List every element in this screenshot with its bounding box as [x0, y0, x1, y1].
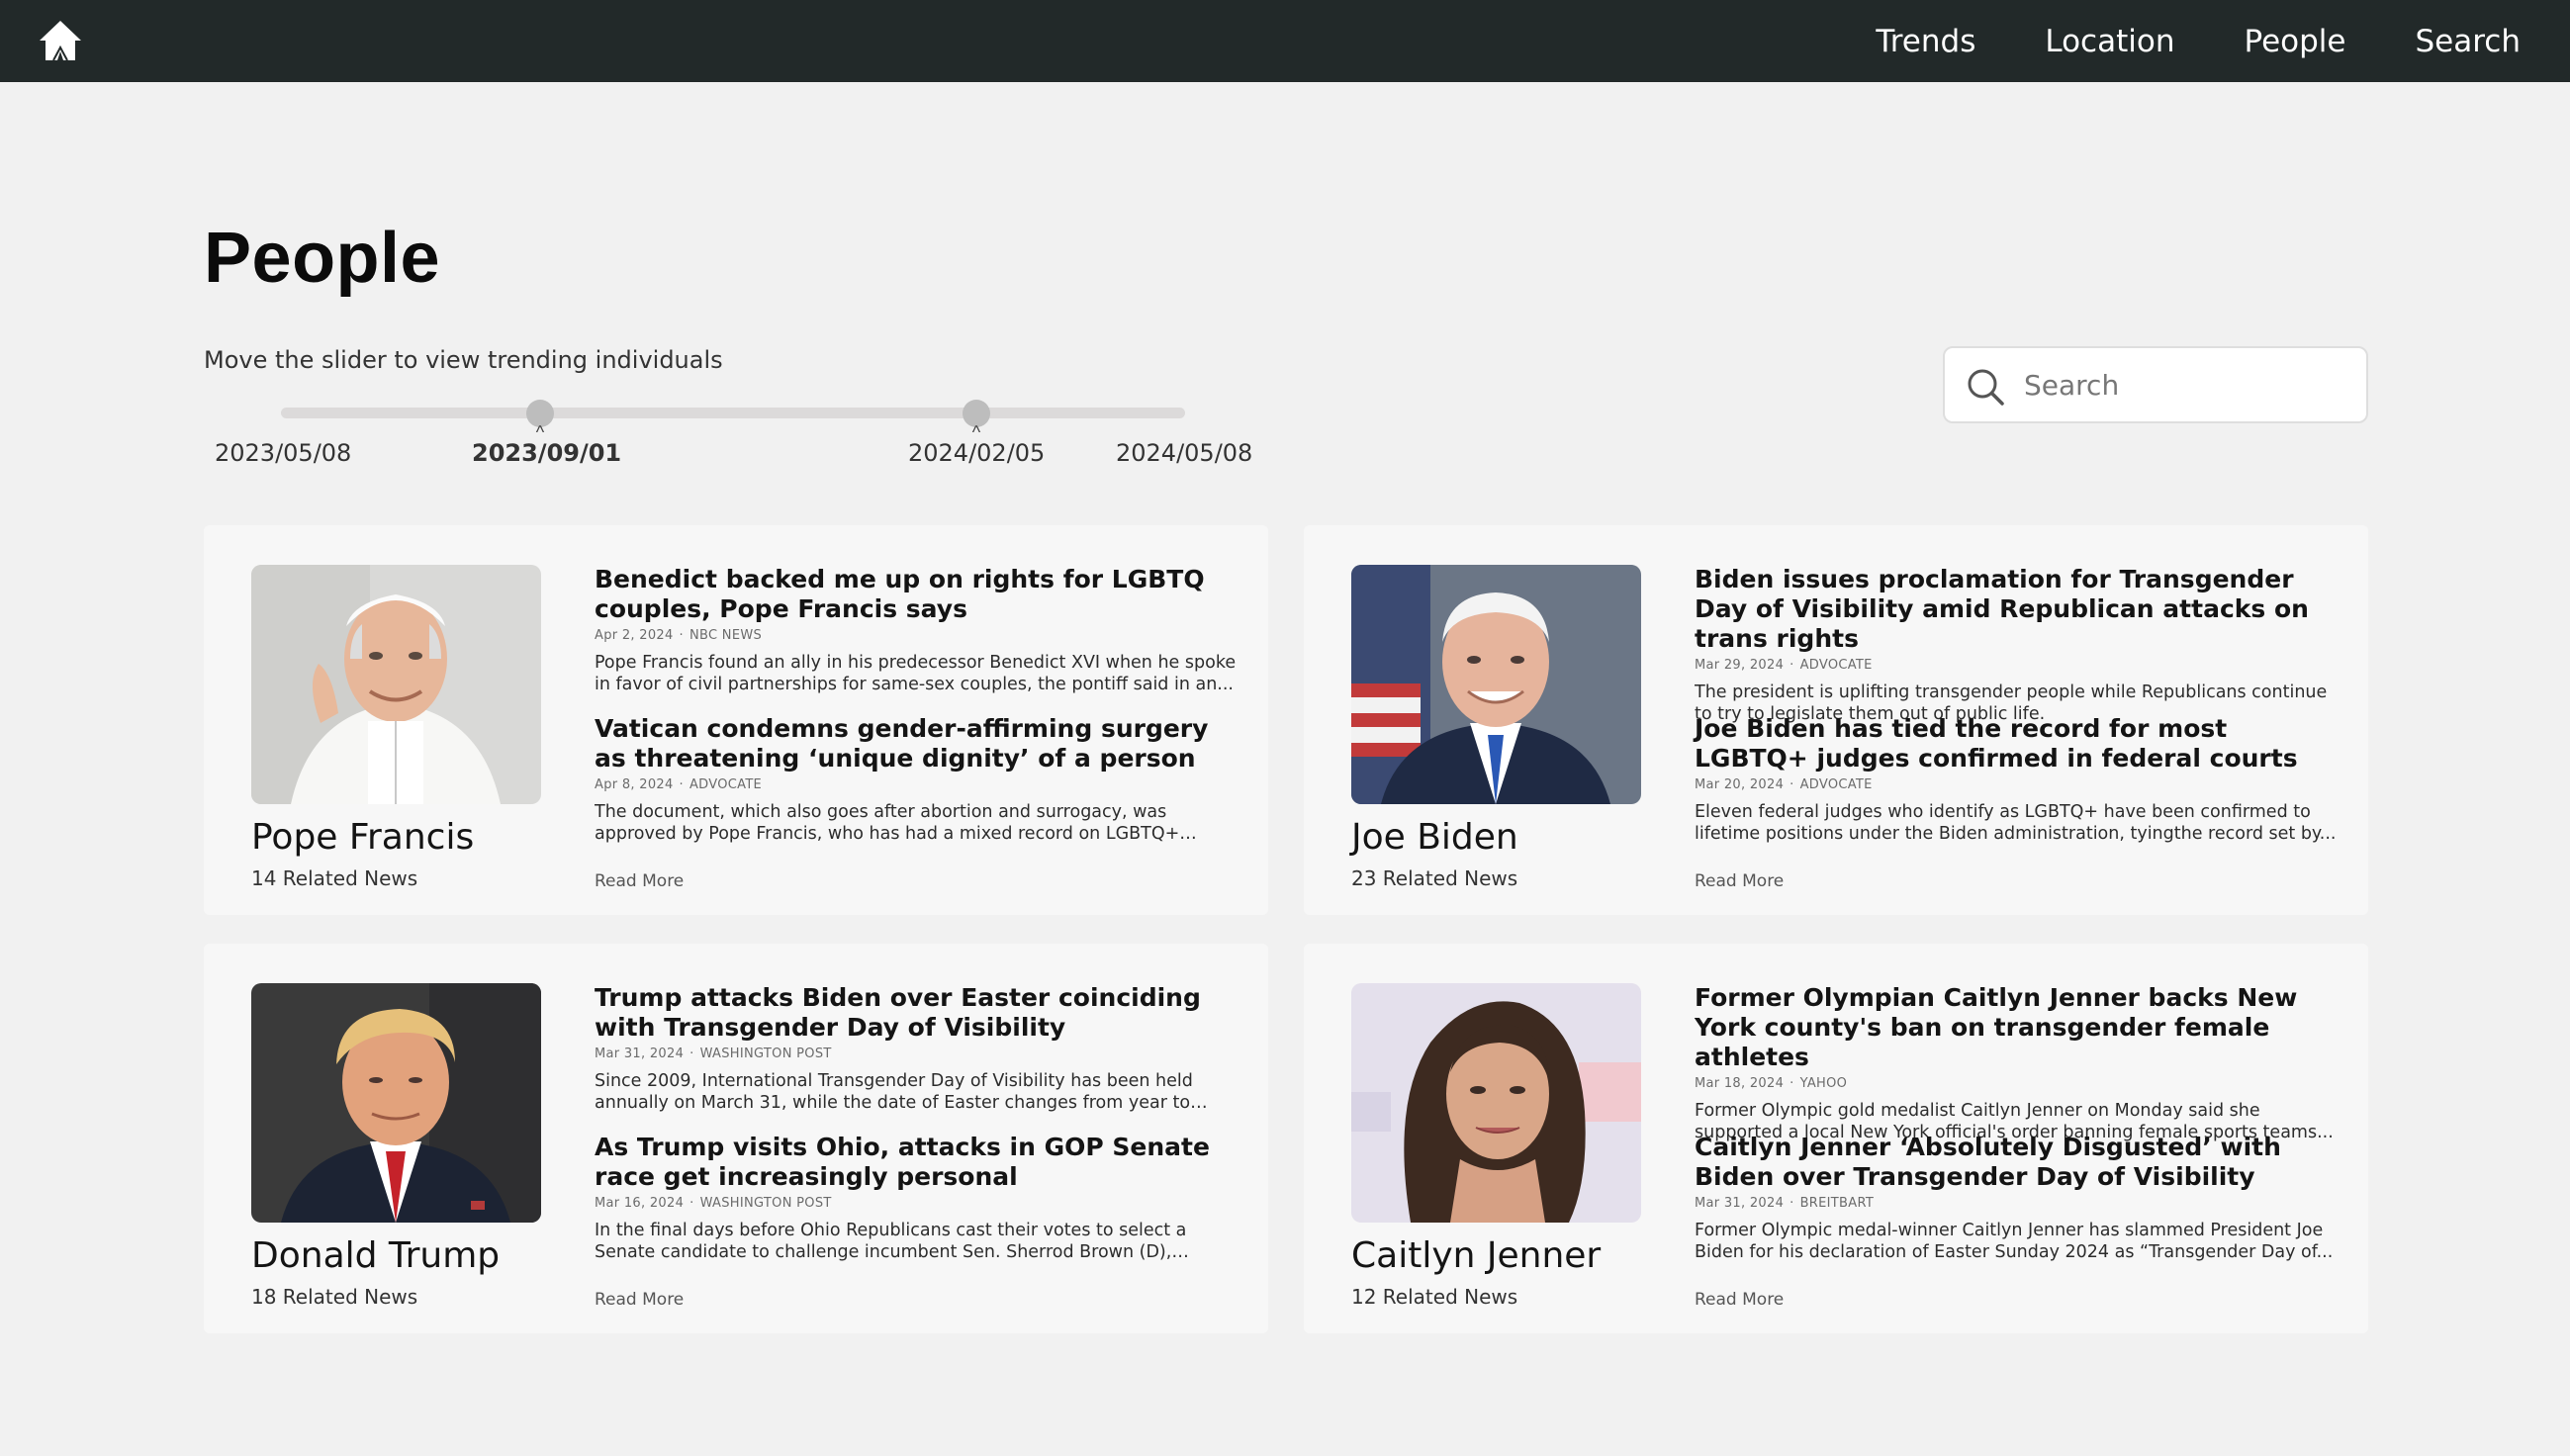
search-icon — [1968, 369, 2004, 406]
person-card: Joe Biden 23 Related News Biden issues p… — [1304, 525, 2368, 915]
news-title[interactable]: Joe Biden has tied the record for most L… — [1695, 714, 2338, 774]
news-source: ADVOCATE — [1799, 658, 1873, 673]
main-nav: Trends Location People Search — [1806, 0, 2521, 82]
news-meta: Apr 8, 2024 · ADVOCATE — [595, 777, 763, 792]
read-more-link[interactable]: Read More — [1695, 871, 1784, 891]
news-source: YAHOO — [1799, 1076, 1848, 1091]
related-news-count: 14 Related News — [251, 866, 418, 890]
person-photo[interactable] — [1351, 983, 1641, 1223]
news-source: WASHINGTON POST — [699, 1196, 832, 1211]
nav-people[interactable]: People — [2244, 24, 2345, 59]
news-title[interactable]: Benedict backed me up on rights for LGBT… — [595, 565, 1238, 624]
news-meta: Mar 18, 2024 · YAHOO — [1695, 1076, 1848, 1091]
person-card: Pope Francis 14 Related News Benedict ba… — [204, 525, 1268, 915]
news-description: Since 2009, International Transgender Da… — [595, 1071, 1193, 1113]
news-date: Apr 2, 2024 — [595, 628, 674, 643]
slider-hint: Move the slider to view trending individ… — [204, 346, 723, 374]
news-date: Mar 31, 2024 — [595, 1046, 685, 1061]
news-date: Mar 31, 2024 — [1695, 1196, 1785, 1211]
news-meta: Mar 29, 2024 · ADVOCATE — [1695, 658, 1873, 673]
news-item: Biden issues proclamation for Transgende… — [1695, 565, 2338, 725]
read-more-link[interactable]: Read More — [595, 1290, 684, 1310]
person-photo[interactable] — [1351, 565, 1641, 804]
news-source: ADVOCATE — [1799, 777, 1873, 792]
news-date: Mar 29, 2024 — [1695, 658, 1785, 673]
news-title[interactable]: As Trump visits Ohio, attacks in GOP Sen… — [595, 1133, 1238, 1192]
news-date: Mar 18, 2024 — [1695, 1076, 1785, 1091]
news-title[interactable]: Former Olympian Caitlyn Jenner backs New… — [1695, 983, 2338, 1072]
person-name[interactable]: Pope Francis — [251, 817, 474, 858]
news-source: NBC NEWS — [688, 628, 763, 643]
slider-track[interactable] — [281, 408, 1185, 418]
nav-location[interactable]: Location — [2045, 24, 2174, 59]
news-item: Benedict backed me up on rights for LGBT… — [595, 565, 1238, 695]
person-name[interactable]: Donald Trump — [251, 1235, 500, 1276]
news-item: Trump attacks Biden over Easter coincidi… — [595, 983, 1238, 1114]
news-description: Former Olympic medal-winner Caitlyn Jenn… — [1695, 1221, 2334, 1262]
news-item: Joe Biden has tied the record for most L… — [1695, 714, 2338, 845]
news-meta: Mar 20, 2024 · ADVOCATE — [1695, 777, 1873, 792]
slider-tick-label: 2023/05/08 — [215, 439, 352, 467]
slider-tick-label: 2024/05/08 — [1116, 439, 1253, 467]
person-name[interactable]: Caitlyn Jenner — [1351, 1235, 1601, 1276]
top-navbar: Trends Location People Search — [0, 0, 2570, 82]
person-name[interactable]: Joe Biden — [1351, 817, 1518, 858]
person-photo[interactable] — [251, 983, 541, 1223]
news-item: Vatican condemns gender-affirming surger… — [595, 714, 1238, 845]
news-description: Pope Francis found an ally in his predec… — [595, 653, 1237, 694]
related-news-count: 23 Related News — [1351, 866, 1518, 890]
news-meta: Mar 31, 2024 · BREITBART — [1695, 1196, 1875, 1211]
news-meta: Apr 2, 2024 · NBC NEWS — [595, 628, 763, 643]
person-card: Caitlyn Jenner 12 Related News Former Ol… — [1304, 944, 2368, 1333]
news-date: Apr 8, 2024 — [595, 777, 674, 792]
search-box[interactable] — [1943, 346, 2368, 423]
related-news-count: 12 Related News — [1351, 1285, 1518, 1309]
slider-tick-label: 2024/02/05 — [908, 439, 1046, 467]
nav-search[interactable]: Search — [2415, 24, 2521, 59]
news-item: Former Olympian Caitlyn Jenner backs New… — [1695, 983, 2338, 1143]
news-title[interactable]: Caitlyn Jenner ‘Absolutely Disgusted’ wi… — [1695, 1133, 2338, 1192]
nav-trends[interactable]: Trends — [1876, 24, 1975, 59]
news-date: Mar 20, 2024 — [1695, 777, 1785, 792]
search-input[interactable] — [2024, 348, 2350, 421]
person-card: Donald Trump 18 Related News Trump attac… — [204, 944, 1268, 1333]
home-icon[interactable] — [36, 16, 85, 65]
news-meta: Mar 31, 2024 · WASHINGTON POST — [595, 1046, 832, 1061]
related-news-count: 18 Related News — [251, 1285, 418, 1309]
news-title[interactable]: Biden issues proclamation for Transgende… — [1695, 565, 2338, 654]
news-meta: Mar 16, 2024 · WASHINGTON POST — [595, 1196, 832, 1211]
news-description: Eleven federal judges who identify as LG… — [1695, 802, 2337, 844]
page-title: People — [204, 219, 441, 298]
news-title[interactable]: Trump attacks Biden over Easter coincidi… — [595, 983, 1238, 1043]
news-title[interactable]: Vatican condemns gender-affirming surger… — [595, 714, 1238, 774]
person-photo[interactable] — [251, 565, 541, 804]
read-more-link[interactable]: Read More — [595, 871, 684, 891]
news-source: ADVOCATE — [688, 777, 763, 792]
news-description: The document, which also goes after abor… — [595, 802, 1180, 844]
news-item: Caitlyn Jenner ‘Absolutely Disgusted’ wi… — [1695, 1133, 2338, 1263]
news-source: WASHINGTON POST — [699, 1046, 832, 1061]
news-source: BREITBART — [1799, 1196, 1875, 1211]
slider-tick-label-selected: 2023/09/01 — [472, 439, 622, 467]
read-more-link[interactable]: Read More — [1695, 1290, 1784, 1310]
news-item: As Trump visits Ohio, attacks in GOP Sen… — [595, 1133, 1238, 1263]
news-date: Mar 16, 2024 — [595, 1196, 685, 1211]
news-description: In the final days before Ohio Republican… — [595, 1221, 1187, 1262]
